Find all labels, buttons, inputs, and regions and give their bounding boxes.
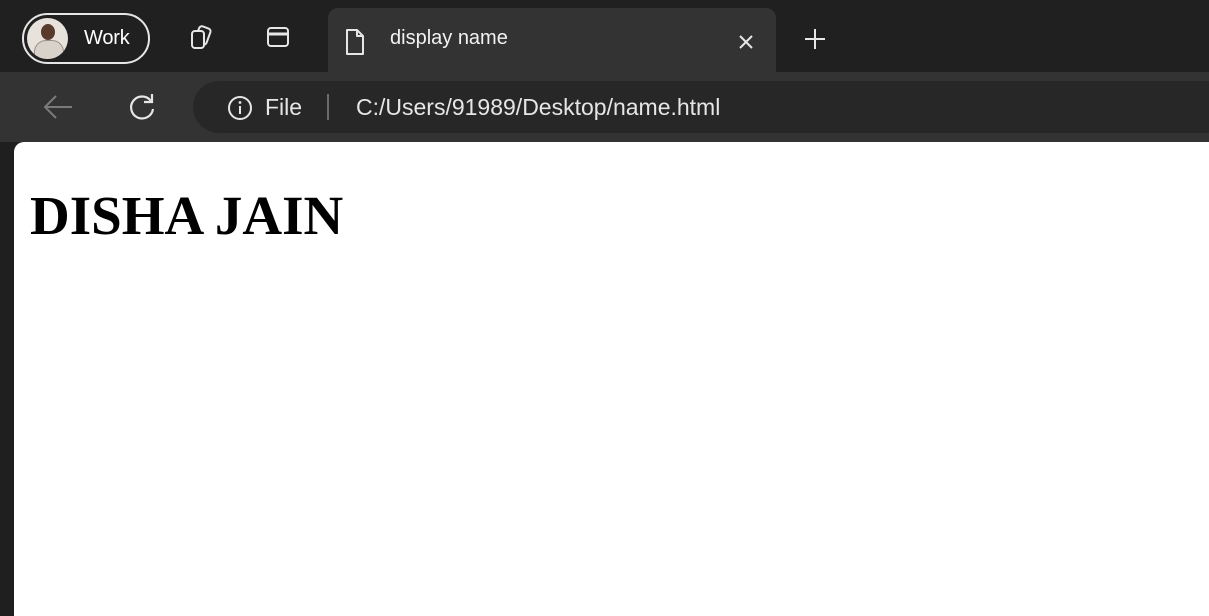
page-viewport: DISHA JAIN xyxy=(14,142,1209,616)
browser-window: Work display name File C:/Users/91989/De… xyxy=(0,0,1209,616)
page-heading: DISHA JAIN xyxy=(30,185,344,246)
info-icon xyxy=(227,95,253,121)
tab-display-name[interactable]: display name xyxy=(328,8,776,72)
user-avatar-icon xyxy=(27,18,68,59)
tab-title: display name xyxy=(390,27,508,49)
back-arrow-icon xyxy=(42,94,74,120)
workspaces-button[interactable] xyxy=(186,22,216,52)
address-bar[interactable]: File C:/Users/91989/Desktop/name.html xyxy=(193,81,1209,133)
back-button[interactable] xyxy=(40,89,76,125)
address-separator xyxy=(327,94,329,120)
refresh-button[interactable] xyxy=(124,89,160,125)
new-tab-button[interactable] xyxy=(800,24,830,54)
navigation-toolbar: File C:/Users/91989/Desktop/name.html xyxy=(0,72,1209,142)
tab-actions-button[interactable] xyxy=(263,22,293,52)
page-icon xyxy=(344,28,366,56)
site-info-button[interactable]: File xyxy=(227,94,302,121)
tab-strip: Work display name xyxy=(0,0,1209,72)
profile-label: Work xyxy=(84,27,130,49)
profile-button[interactable]: Work xyxy=(22,13,150,64)
scheme-label: File xyxy=(265,94,303,120)
tab-actions-icon xyxy=(265,24,291,50)
refresh-icon xyxy=(127,92,157,122)
workspaces-icon xyxy=(188,24,214,50)
address-url[interactable]: C:/Users/91989/Desktop/name.html xyxy=(356,94,720,121)
plus-icon xyxy=(803,27,827,51)
close-icon[interactable] xyxy=(732,28,760,56)
